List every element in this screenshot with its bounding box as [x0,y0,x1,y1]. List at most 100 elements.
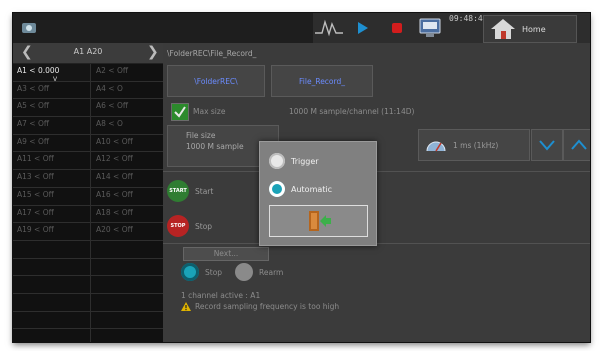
channel-cell-a19[interactable]: A19 < Off [13,223,91,240]
empty-cell [13,311,91,329]
home-button[interactable]: Home [483,15,577,43]
stop-button[interactable]: STOP Stop [167,213,212,239]
channel-row: A7 < Off A8 < O [13,117,163,135]
waveform-button[interactable] [311,16,347,40]
channel-panel-header: ❮ A1 A20 ❯ [13,43,163,64]
checkmark-icon [174,106,186,118]
next-button[interactable]: Next... [183,247,269,261]
channel-row-empty [13,240,163,259]
channel-cell-a17[interactable]: A17 < Off [13,205,91,223]
empty-cell [13,276,91,293]
channel-cell-a12[interactable]: A12 < Off [92,152,163,169]
empty-cell [13,240,91,258]
start-label: Start [195,186,214,196]
channel-row: A1 < 0.000 V A2 < Off [13,64,163,83]
empty-cell [92,276,163,293]
sampling-frequency-field[interactable]: 1 ms (1kHz) [418,129,530,161]
empty-cell [13,258,91,276]
channel-cell-a20[interactable]: A20 < Off [92,223,163,240]
channel-row: A13 < Off A14 < Off [13,170,163,188]
radio-rearm-label: Rearm [259,267,284,277]
folder-button[interactable]: \FolderREC\ [167,65,265,97]
start-icon-text: START [169,188,187,194]
channel-cell-a8[interactable]: A8 < O [92,117,163,134]
file-size-label: File size [186,131,216,140]
option-trigger-label: Trigger [291,156,319,166]
start-button[interactable]: START Start [167,178,213,204]
empty-cell [92,259,163,276]
stop-label: Stop [195,221,213,231]
home-label: Home [522,24,546,34]
channel-cell-a6[interactable]: A6 < Off [92,99,163,116]
channel-cell-a18[interactable]: A18 < Off [92,206,163,223]
app-menu-icon[interactable] [21,20,37,36]
speed-gauge-icon [426,141,446,152]
channel-cell-a9[interactable]: A9 < Off [13,134,91,152]
channel-panel: ❮ A1 A20 ❯ A1 < 0.000 V A2 < Off A3 < Of… [13,43,163,342]
channel-row-empty [13,258,163,277]
file-name-button[interactable]: File_Record_ [271,65,373,97]
channel-row-empty [13,293,163,312]
channel-row: A17 < Off A18 < Off [13,205,163,224]
option-automatic-label: Automatic [291,184,333,194]
channel-cell-a4[interactable]: A4 < O [92,82,163,99]
channel-row: A11 < Off A12 < Off [13,152,163,171]
device-screen: 09:48:49 Home ❮ A1 A20 ❯ A1 < 0.000 V A2… [13,13,590,342]
option-trigger[interactable]: Trigger [269,153,319,169]
file-path: \FolderREC\File_Record_ [167,49,257,58]
channel-cell-a7[interactable]: A7 < Off [13,117,91,134]
frequency-down-button[interactable] [531,129,563,161]
active-channel-info: 1 channel active : A1 [181,291,261,300]
exit-door-icon [308,211,331,231]
record-button[interactable] [383,16,411,40]
channel-row-empty [13,311,163,330]
channel-cell-a16[interactable]: A16 < Off [92,188,163,205]
radio-rearm[interactable]: Rearm [235,263,283,281]
channel-cell-a14[interactable]: A14 < Off [92,170,163,187]
file-size-value: 1000 M sample [186,142,244,151]
channel-cell-a11[interactable]: A11 < Off [13,152,91,170]
save-button[interactable] [415,16,445,40]
warning-text: Record sampling frequency is too high [195,302,340,311]
sampling-warning: Record sampling frequency is too high [181,302,339,311]
record-icon [392,23,402,33]
frequency-up-button[interactable] [563,129,590,161]
empty-cell [13,329,91,342]
empty-cell [92,312,163,329]
channel-cell-a3[interactable]: A3 < Off [13,81,91,99]
channel-cell-a5[interactable]: A5 < Off [13,99,91,117]
empty-cell [13,293,91,311]
exit-button[interactable] [269,205,368,237]
clock-readout: 09:48:49 [449,14,488,23]
play-button[interactable] [348,16,376,40]
channel-row: A3 < Off A4 < O [13,81,163,100]
start-icon: START [167,180,189,202]
top-bar: 09:48:49 Home [13,13,590,43]
trigger-mode-popup: Trigger Automatic [259,141,377,246]
chevron-left-icon[interactable]: ❮ [21,44,33,60]
capacity-text: 1000 M sample/channel (11:14D) [289,107,415,116]
empty-cell [92,329,163,342]
empty-cell [92,294,163,311]
channel-row-empty [13,329,163,342]
channel-row: A5 < Off A6 < Off [13,99,163,118]
chevron-up-icon [571,139,587,150]
option-automatic[interactable]: Automatic [269,181,332,197]
sampling-frequency-value: 1 ms (1kHz) [453,140,499,150]
waveform-icon [315,19,343,37]
radio-selected-indicator [181,263,199,281]
channel-cell-a10[interactable]: A10 < Off [92,135,163,152]
chevron-right-icon[interactable]: ❯ [147,44,159,60]
channel-cell-a15[interactable]: A15 < Off [13,187,91,205]
channel-row: A19 < Off A20 < Off [13,223,163,241]
radio-stop-label: Stop [205,267,223,277]
channel-cell-a1[interactable]: A1 < 0.000 V [13,64,91,83]
max-size-checkbox[interactable] [171,103,189,121]
warning-icon [181,302,191,311]
max-size-label: Max size [193,107,226,116]
channel-row: A15 < Off A16 < Off [13,187,163,206]
channel-cell-a13[interactable]: A13 < Off [13,170,91,187]
radio-stop[interactable]: Stop [181,263,222,281]
chevron-down-icon [539,140,555,151]
channel-cell-a2[interactable]: A2 < Off [92,64,163,81]
